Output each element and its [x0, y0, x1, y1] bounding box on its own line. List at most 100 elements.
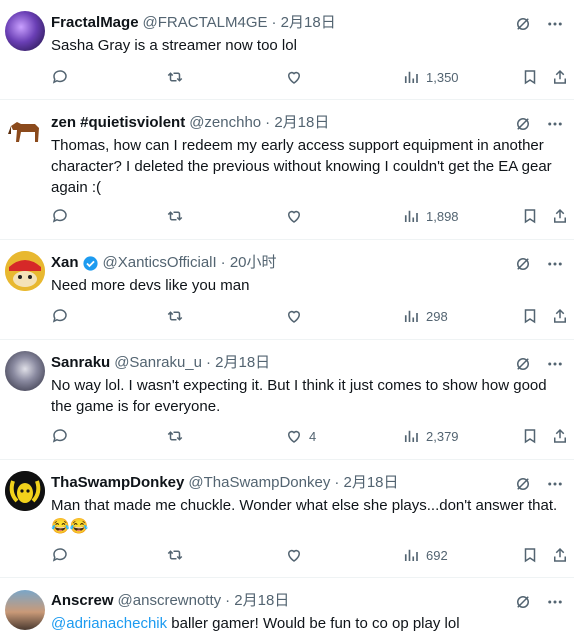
display-name[interactable]: Anscrew — [51, 591, 114, 611]
heart-icon — [287, 210, 301, 223]
like-button[interactable] — [285, 546, 309, 564]
user-handle[interactable]: @FRACTALM4GE — [143, 13, 268, 33]
like-button[interactable] — [285, 307, 309, 325]
share-icon — [554, 428, 566, 443]
user-handle[interactable]: @ThaSwampDonkey — [188, 473, 330, 493]
tweet[interactable]: Anscrew @anscrewnotty · 2月18日 @adrianach… — [0, 578, 574, 643]
heart-icon — [287, 310, 301, 323]
views-button[interactable]: 1,350 — [402, 68, 459, 86]
timestamp[interactable]: · 2月18日 — [334, 473, 398, 493]
grok-icon[interactable] — [514, 475, 532, 493]
reply-icon — [52, 548, 67, 562]
mention-link[interactable]: @adrianachechik — [51, 615, 167, 632]
tweet[interactable]: Xan @XanticsOfficialI · 20小时 Need more d… — [0, 240, 574, 340]
reply-button[interactable] — [51, 427, 69, 445]
retweet-button[interactable] — [166, 68, 184, 86]
heart-icon — [287, 71, 301, 84]
heart-icon — [287, 430, 301, 443]
view-count: 2,379 — [426, 428, 459, 444]
more-icon[interactable] — [546, 15, 564, 33]
user-handle[interactable]: @anscrewnotty — [118, 591, 222, 611]
display-name[interactable]: Sanraku — [51, 353, 110, 373]
retweet-button[interactable] — [166, 427, 184, 445]
user-handle[interactable]: @Sanraku_u — [114, 353, 202, 373]
grok-icon[interactable] — [514, 15, 532, 33]
reply-button[interactable] — [51, 546, 69, 564]
tweet[interactable]: FractalMage @FRACTALM4GE · 2月18日 Sasha G… — [0, 0, 574, 100]
share-button[interactable] — [551, 207, 569, 225]
more-icon[interactable] — [546, 475, 564, 493]
view-count: 1,898 — [426, 208, 459, 224]
display-name[interactable]: FractalMage — [51, 13, 139, 33]
grok-icon[interactable] — [514, 593, 532, 611]
avatar[interactable] — [5, 471, 45, 511]
tweet-text: Man that made me chuckle. Wonder what el… — [51, 497, 558, 535]
like-count: 4 — [309, 428, 317, 444]
avatar[interactable] — [5, 112, 45, 152]
reply-button[interactable] — [51, 68, 69, 86]
share-icon — [554, 547, 566, 562]
share-button[interactable] — [551, 546, 569, 564]
reply-button[interactable] — [51, 207, 69, 225]
like-button[interactable]: 4 — [285, 427, 316, 445]
avatar[interactable] — [5, 590, 45, 630]
timestamp[interactable]: · 2月18日 — [206, 353, 270, 373]
more-icon[interactable] — [546, 593, 564, 611]
retweet-button[interactable] — [166, 307, 184, 325]
more-icon[interactable] — [546, 115, 564, 133]
retweet-icon — [167, 431, 183, 441]
tweet[interactable]: ThaSwampDonkey @ThaSwampDonkey · 2月18日 M… — [0, 460, 574, 578]
retweet-button[interactable] — [166, 546, 184, 564]
bookmark-button[interactable] — [521, 207, 539, 225]
heart-icon — [287, 549, 301, 562]
grok-icon[interactable] — [514, 355, 532, 373]
share-button[interactable] — [551, 427, 569, 445]
timestamp[interactable]: · 2月18日 — [265, 113, 329, 133]
timestamp[interactable]: · 2月18日 — [272, 13, 336, 33]
views-button[interactable]: 298 — [402, 307, 448, 325]
tweet[interactable]: zen #quietisviolent @zenchho · 2月18日 Tho… — [0, 100, 574, 240]
retweet-icon — [167, 211, 183, 221]
avatar[interactable] — [5, 351, 45, 391]
tweet-text: No way lol. I wasn't expecting it. But I… — [51, 377, 547, 415]
bookmark-button[interactable] — [521, 427, 539, 445]
bookmark-button[interactable] — [521, 68, 539, 86]
tweet-text: @adrianachechik baller gamer! Would be f… — [51, 613, 566, 634]
bookmark-icon — [524, 209, 536, 224]
like-button[interactable] — [285, 68, 309, 86]
avatar[interactable] — [5, 11, 45, 51]
share-icon — [554, 69, 566, 84]
share-icon — [554, 208, 566, 223]
views-button[interactable]: 692 — [402, 546, 448, 564]
retweet-icon — [167, 550, 183, 560]
grok-icon[interactable] — [514, 115, 532, 133]
avatar[interactable] — [5, 251, 45, 291]
tweet[interactable]: Sanraku @Sanraku_u · 2月18日 No way lol. I… — [0, 340, 574, 460]
share-button[interactable] — [551, 307, 569, 325]
retweet-button[interactable] — [166, 207, 184, 225]
grok-icon[interactable] — [514, 255, 532, 273]
views-icon — [404, 310, 418, 322]
views-icon — [404, 210, 418, 222]
verified-badge-icon — [82, 255, 98, 271]
views-button[interactable]: 2,379 — [402, 427, 459, 445]
bookmark-button[interactable] — [521, 546, 539, 564]
user-handle[interactable]: @zenchho — [189, 113, 261, 133]
like-button[interactable] — [285, 207, 309, 225]
bookmark-icon — [524, 548, 536, 563]
views-icon — [404, 71, 418, 83]
timestamp[interactable]: · 2月18日 — [225, 591, 289, 611]
tweet-text: Sasha Gray is a streamer now too lol — [51, 37, 297, 54]
user-handle[interactable]: @XanticsOfficialI — [103, 253, 217, 273]
timestamp[interactable]: · 20小时 — [221, 253, 277, 273]
bookmark-icon — [524, 70, 536, 85]
share-button[interactable] — [551, 68, 569, 86]
display-name[interactable]: zen #quietisviolent — [51, 113, 185, 133]
more-icon[interactable] — [546, 355, 564, 373]
views-button[interactable]: 1,898 — [402, 207, 459, 225]
reply-button[interactable] — [51, 307, 69, 325]
bookmark-button[interactable] — [521, 307, 539, 325]
display-name[interactable]: ThaSwampDonkey — [51, 473, 184, 493]
more-icon[interactable] — [546, 255, 564, 273]
display-name[interactable]: Xan — [51, 253, 79, 273]
